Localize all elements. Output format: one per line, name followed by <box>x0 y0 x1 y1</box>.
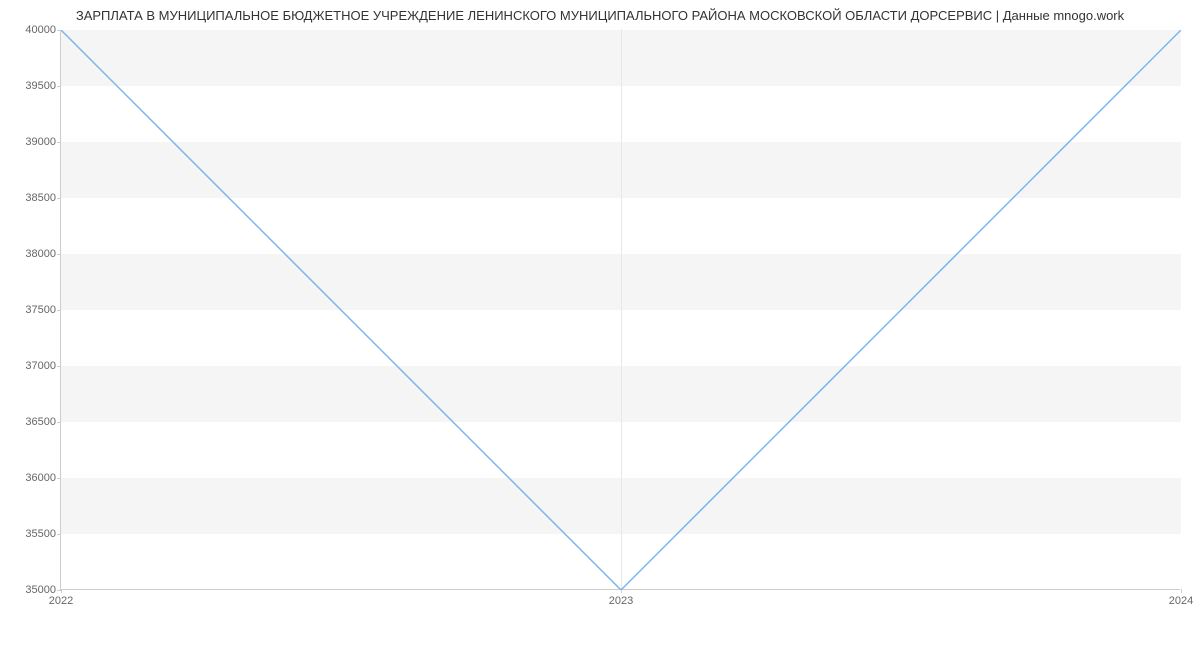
y-tick-label: 39500 <box>16 80 56 92</box>
line-chart-svg <box>61 30 1181 590</box>
y-tick-label: 38000 <box>16 248 56 260</box>
y-tick-label: 36000 <box>16 472 56 484</box>
y-tick-label: 39000 <box>16 136 56 148</box>
x-tick-label: 2024 <box>1169 595 1193 607</box>
x-tick-mark <box>1181 589 1182 593</box>
y-tick-label: 40000 <box>16 24 56 36</box>
y-tick-label: 37500 <box>16 304 56 316</box>
y-tick-label: 35500 <box>16 528 56 540</box>
chart-container: 35000 35500 36000 36500 37000 37500 3800… <box>60 30 1180 610</box>
plot-area: 35000 35500 36000 36500 37000 37500 3800… <box>60 30 1180 590</box>
y-tick-label: 37000 <box>16 360 56 372</box>
y-tick-label: 36500 <box>16 416 56 428</box>
chart-title: ЗАРПЛАТА В МУНИЦИПАЛЬНОЕ БЮДЖЕТНОЕ УЧРЕЖ… <box>0 0 1200 23</box>
data-line <box>61 30 1181 590</box>
x-tick-label: 2023 <box>609 595 633 607</box>
y-tick-label: 38500 <box>16 192 56 204</box>
x-tick-label: 2022 <box>49 595 73 607</box>
